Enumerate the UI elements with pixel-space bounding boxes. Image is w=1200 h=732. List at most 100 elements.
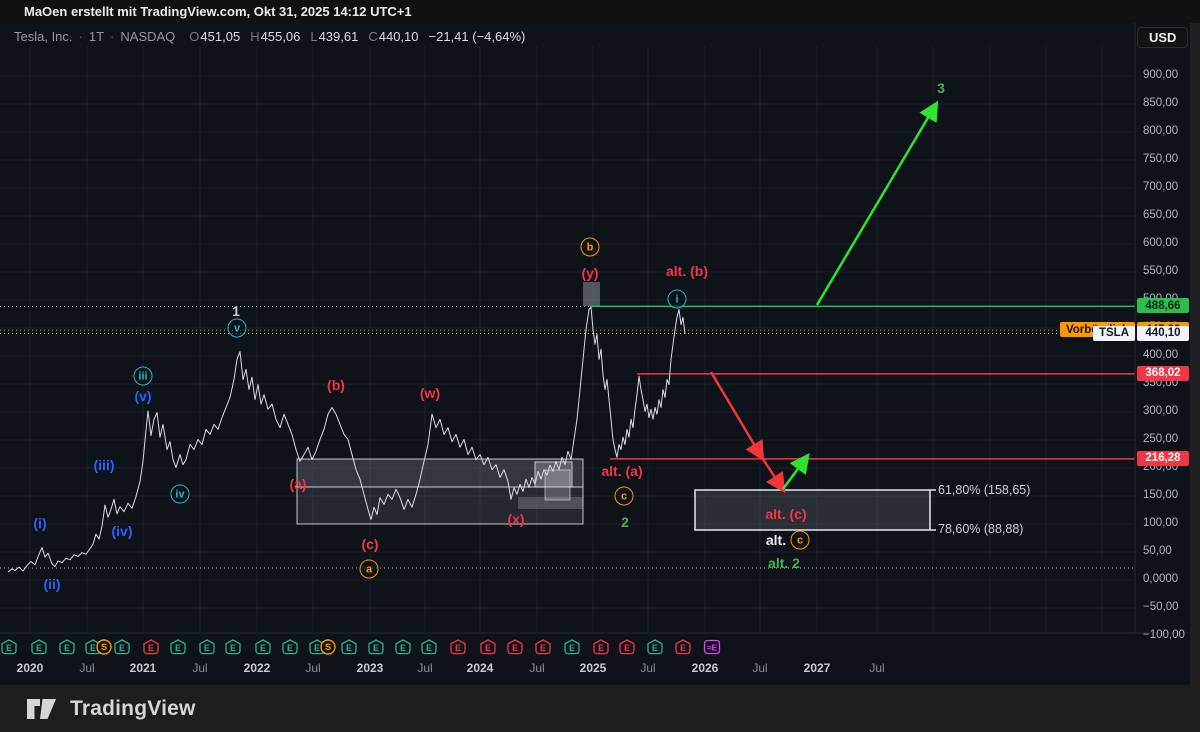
symbol-title[interactable]: Tesla, Inc. <box>14 29 73 44</box>
symbol-info-row[interactable]: Tesla, Inc. · 1T · NASDAQ O451,05 H455,06… <box>14 27 525 45</box>
price-tick: 750,00 <box>1143 153 1179 165</box>
time-label: 2027 <box>803 661 831 675</box>
price-tick: 800,00 <box>1143 125 1179 137</box>
wave-label-altb: alt. (b) <box>666 263 708 279</box>
price-label: 488,66 <box>1137 298 1189 314</box>
earnings-badge[interactable]: E <box>593 639 609 655</box>
earnings-badge[interactable]: E <box>675 639 691 655</box>
time-label: 2026 <box>691 661 719 675</box>
earnings-badge[interactable]: E <box>421 639 437 655</box>
svg-text:S: S <box>101 642 107 653</box>
price-series-line <box>7 306 686 573</box>
time-label: Jul <box>305 661 321 675</box>
price-tick: 0,0000 <box>1143 573 1179 585</box>
earnings-badge[interactable]: E <box>199 639 215 655</box>
currency-button[interactable]: USD <box>1137 27 1189 48</box>
earnings-badge[interactable]: E <box>31 639 47 655</box>
earnings-badge[interactable]: E <box>143 639 159 655</box>
ohlc-values: O451,05 H455,06 L439,61 C440,10 <box>189 29 418 44</box>
consolidation-top-band <box>297 459 583 487</box>
wave-label-w: (w) <box>419 385 441 401</box>
time-label: 2020 <box>16 661 44 675</box>
svg-text:E: E <box>287 643 293 653</box>
price-tick: −50,00 <box>1143 601 1179 613</box>
earnings-badge[interactable]: E <box>535 639 551 655</box>
wave-label-i: i <box>667 289 687 309</box>
wave-label-i: (i) <box>33 515 47 531</box>
earnings-badge[interactable]: E <box>480 639 496 655</box>
split-badge[interactable]: S <box>320 639 336 655</box>
earnings-badge[interactable]: E <box>450 639 466 655</box>
brand-name[interactable]: TradingView <box>70 697 196 721</box>
earnings-badge[interactable]: E <box>395 639 411 655</box>
estimated-earnings-badge[interactable]: ≈E <box>703 639 721 655</box>
earnings-badge[interactable]: E <box>309 639 325 655</box>
ohlc-value: H455,06 <box>250 28 301 44</box>
earnings-badge[interactable]: E <box>282 639 298 655</box>
svg-text:E: E <box>6 643 12 653</box>
wave-label-alt: alt. <box>765 532 787 548</box>
svg-text:E: E <box>512 643 518 653</box>
svg-text:E: E <box>260 643 266 653</box>
earnings-badge[interactable]: E <box>170 639 186 655</box>
wave-label-alta: alt. (a) <box>601 463 643 479</box>
wave-label-x: (x) <box>507 511 525 527</box>
tradingview-logo[interactable] <box>26 696 60 722</box>
bounce-arrow <box>781 452 810 490</box>
time-label: Jul <box>79 661 95 675</box>
earnings-badge[interactable]: E <box>59 639 75 655</box>
earnings-badge[interactable]: E <box>341 639 357 655</box>
earnings-badge[interactable]: E <box>255 639 271 655</box>
svg-text:E: E <box>598 643 604 653</box>
earnings-badge[interactable]: E <box>1 639 17 655</box>
exchange-label: NASDAQ <box>120 28 176 44</box>
wave-label-iii: (iii) <box>93 457 115 473</box>
right-gutter <box>1190 23 1200 685</box>
wave-label-v: v <box>227 318 247 338</box>
earnings-badge[interactable]: E <box>507 639 523 655</box>
wave-label-y: (y) <box>581 265 599 281</box>
svg-text:E: E <box>346 643 352 653</box>
footer-bar: TradingView <box>0 685 1200 732</box>
attribution-text: MaOen erstellt mit TradingView.com, Okt … <box>24 4 412 19</box>
small-box-1 <box>534 461 573 488</box>
svg-text:E: E <box>455 643 461 653</box>
wave-label-iv: iv <box>170 484 190 504</box>
ohlc-value: C440,10 <box>368 28 419 44</box>
svg-text:E: E <box>373 643 379 653</box>
earnings-badge[interactable]: E <box>368 639 384 655</box>
consolidation-box <box>296 458 584 525</box>
price-label: 440,10 <box>1137 325 1189 341</box>
time-label: Jul <box>640 661 656 675</box>
time-label: Jul <box>192 661 208 675</box>
split-badge[interactable]: S <box>96 639 112 655</box>
time-label: 2025 <box>579 661 607 675</box>
peak-box <box>583 282 600 306</box>
earnings-badge[interactable]: E <box>225 639 241 655</box>
earnings-badge[interactable]: E <box>619 639 635 655</box>
price-tick: 550,00 <box>1143 265 1179 277</box>
price-tick: 250,00 <box>1143 433 1179 445</box>
svg-text:S: S <box>325 642 331 653</box>
earnings-badge[interactable]: E <box>647 639 663 655</box>
earnings-badge[interactable]: E <box>85 639 101 655</box>
interval-label[interactable]: 1T <box>89 29 104 44</box>
ohlc-value: L439,61 <box>310 28 359 44</box>
svg-text:E: E <box>540 643 546 653</box>
svg-text:E: E <box>680 643 686 653</box>
svg-text:E: E <box>175 643 181 653</box>
wave-label-v: (v) <box>134 388 152 404</box>
time-label: Jul <box>417 661 433 675</box>
small-box-3 <box>518 497 583 509</box>
svg-text:E: E <box>230 643 236 653</box>
fib-level-label: 61,80% (158,65) <box>938 483 1031 497</box>
decline-arrow-1 <box>709 371 765 462</box>
wave-label-c: (c) <box>361 536 379 552</box>
time-label: 2022 <box>243 661 271 675</box>
wave-label-b: (b) <box>327 377 345 393</box>
earnings-badge[interactable]: E <box>564 639 580 655</box>
price-tick: 100,00 <box>1143 517 1179 529</box>
earnings-badge[interactable]: E <box>114 639 130 655</box>
svg-text:E: E <box>148 643 154 653</box>
chart-canvas[interactable]: E E E E S E E E E E E E E S E E E E E E E E E E E E E ≈E <box>0 0 1200 732</box>
